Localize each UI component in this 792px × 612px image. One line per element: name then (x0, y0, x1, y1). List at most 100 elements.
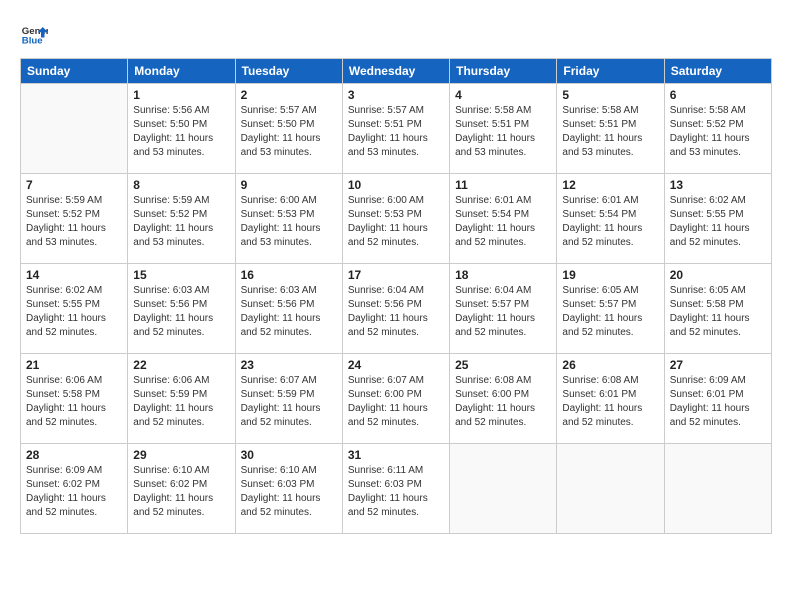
day-info: Sunrise: 5:58 AM Sunset: 5:52 PM Dayligh… (670, 104, 766, 160)
day-number: 28 (26, 448, 122, 462)
day-number: 9 (241, 178, 337, 192)
day-number: 22 (133, 358, 229, 372)
day-number: 5 (562, 88, 658, 102)
day-info: Sunrise: 5:59 AM Sunset: 5:52 PM Dayligh… (133, 194, 229, 250)
column-header-thursday: Thursday (450, 59, 557, 84)
day-number: 31 (348, 448, 444, 462)
calendar-cell: 2 Sunrise: 5:57 AM Sunset: 5:50 PM Daylig… (235, 84, 342, 174)
day-number: 2 (241, 88, 337, 102)
calendar-cell: 10 Sunrise: 6:00 AM Sunset: 5:53 PM Dayli… (342, 174, 449, 264)
logo-icon: General Blue (20, 20, 48, 48)
day-info: Sunrise: 6:06 AM Sunset: 5:58 PM Dayligh… (26, 374, 122, 430)
day-info: Sunrise: 6:05 AM Sunset: 5:58 PM Dayligh… (670, 284, 766, 340)
day-number: 8 (133, 178, 229, 192)
day-number: 30 (241, 448, 337, 462)
svg-text:Blue: Blue (22, 36, 43, 47)
day-info: Sunrise: 6:03 AM Sunset: 5:56 PM Dayligh… (133, 284, 229, 340)
calendar-cell: 31Sunrise: 6:11 AM Sunset: 6:03 PM Dayli… (342, 444, 449, 534)
day-number: 20 (670, 268, 766, 282)
day-info: Sunrise: 6:03 AM Sunset: 5:56 PM Dayligh… (241, 284, 337, 340)
calendar-cell (450, 444, 557, 534)
day-info: Sunrise: 6:02 AM Sunset: 5:55 PM Dayligh… (26, 284, 122, 340)
day-info: Sunrise: 6:08 AM Sunset: 6:01 PM Dayligh… (562, 374, 658, 430)
calendar-week-5: 28Sunrise: 6:09 AM Sunset: 6:02 PM Dayli… (21, 444, 772, 534)
day-info: Sunrise: 6:02 AM Sunset: 5:55 PM Dayligh… (670, 194, 766, 250)
column-header-friday: Friday (557, 59, 664, 84)
day-number: 1 (133, 88, 229, 102)
calendar-cell: 30 Sunrise: 6:10 AM Sunset: 6:03 PM Dayli… (235, 444, 342, 534)
calendar-cell: 6 Sunrise: 5:58 AM Sunset: 5:52 PM Daylig… (664, 84, 771, 174)
day-info: Sunrise: 6:05 AM Sunset: 5:57 PM Dayligh… (562, 284, 658, 340)
calendar-cell: 26Sunrise: 6:08 AM Sunset: 6:01 PM Dayli… (557, 354, 664, 444)
calendar-cell: 13 Sunrise: 6:02 AM Sunset: 5:55 PM Dayli… (664, 174, 771, 264)
day-info: Sunrise: 5:58 AM Sunset: 5:51 PM Dayligh… (455, 104, 551, 160)
day-info: Sunrise: 5:59 AM Sunset: 5:52 PM Dayligh… (26, 194, 122, 250)
calendar-cell (557, 444, 664, 534)
day-info: Sunrise: 6:00 AM Sunset: 5:53 PM Dayligh… (348, 194, 444, 250)
logo: General Blue (20, 20, 48, 48)
day-info: Sunrise: 5:57 AM Sunset: 5:51 PM Dayligh… (348, 104, 444, 160)
calendar-cell: 22 Sunrise: 6:06 AM Sunset: 5:59 PM Dayli… (128, 354, 235, 444)
calendar-week-4: 21 Sunrise: 6:06 AM Sunset: 5:58 PM Dayli… (21, 354, 772, 444)
calendar-cell: 9 Sunrise: 6:00 AM Sunset: 5:53 PM Daylig… (235, 174, 342, 264)
day-number: 6 (670, 88, 766, 102)
calendar-cell: 15 Sunrise: 6:03 AM Sunset: 5:56 PM Dayli… (128, 264, 235, 354)
day-info: Sunrise: 5:58 AM Sunset: 5:51 PM Dayligh… (562, 104, 658, 160)
day-number: 3 (348, 88, 444, 102)
day-info: Sunrise: 6:10 AM Sunset: 6:02 PM Dayligh… (133, 464, 229, 520)
day-number: 13 (670, 178, 766, 192)
calendar-cell (664, 444, 771, 534)
calendar-cell: 11 Sunrise: 6:01 AM Sunset: 5:54 PM Dayli… (450, 174, 557, 264)
day-info: Sunrise: 5:56 AM Sunset: 5:50 PM Dayligh… (133, 104, 229, 160)
calendar-cell: 8 Sunrise: 5:59 AM Sunset: 5:52 PM Daylig… (128, 174, 235, 264)
day-info: Sunrise: 6:09 AM Sunset: 6:01 PM Dayligh… (670, 374, 766, 430)
day-number: 25 (455, 358, 551, 372)
calendar-cell: 23 Sunrise: 6:07 AM Sunset: 5:59 PM Dayli… (235, 354, 342, 444)
day-number: 16 (241, 268, 337, 282)
calendar-header-row: SundayMondayTuesdayWednesdayThursdayFrid… (21, 59, 772, 84)
calendar-cell: 7Sunrise: 5:59 AM Sunset: 5:52 PM Daylig… (21, 174, 128, 264)
day-number: 12 (562, 178, 658, 192)
column-header-sunday: Sunday (21, 59, 128, 84)
day-info: Sunrise: 5:57 AM Sunset: 5:50 PM Dayligh… (241, 104, 337, 160)
calendar-cell: 20 Sunrise: 6:05 AM Sunset: 5:58 PM Dayli… (664, 264, 771, 354)
day-info: Sunrise: 6:08 AM Sunset: 6:00 PM Dayligh… (455, 374, 551, 430)
day-info: Sunrise: 6:07 AM Sunset: 5:59 PM Dayligh… (241, 374, 337, 430)
day-info: Sunrise: 6:01 AM Sunset: 5:54 PM Dayligh… (455, 194, 551, 250)
day-info: Sunrise: 6:10 AM Sunset: 6:03 PM Dayligh… (241, 464, 337, 520)
day-info: Sunrise: 6:07 AM Sunset: 6:00 PM Dayligh… (348, 374, 444, 430)
calendar-cell: 25 Sunrise: 6:08 AM Sunset: 6:00 PM Dayli… (450, 354, 557, 444)
calendar-week-3: 14 Sunrise: 6:02 AM Sunset: 5:55 PM Dayli… (21, 264, 772, 354)
calendar-cell: 3 Sunrise: 5:57 AM Sunset: 5:51 PM Daylig… (342, 84, 449, 174)
day-info: Sunrise: 6:06 AM Sunset: 5:59 PM Dayligh… (133, 374, 229, 430)
calendar-table: SundayMondayTuesdayWednesdayThursdayFrid… (20, 58, 772, 534)
day-number: 27 (670, 358, 766, 372)
day-number: 24 (348, 358, 444, 372)
column-header-saturday: Saturday (664, 59, 771, 84)
day-number: 14 (26, 268, 122, 282)
day-number: 11 (455, 178, 551, 192)
day-info: Sunrise: 6:04 AM Sunset: 5:56 PM Dayligh… (348, 284, 444, 340)
day-number: 10 (348, 178, 444, 192)
calendar-cell (21, 84, 128, 174)
day-number: 19 (562, 268, 658, 282)
day-number: 21 (26, 358, 122, 372)
calendar-cell: 14 Sunrise: 6:02 AM Sunset: 5:55 PM Dayli… (21, 264, 128, 354)
calendar-cell: 4Sunrise: 5:58 AM Sunset: 5:51 PM Daylig… (450, 84, 557, 174)
calendar-cell: 19 Sunrise: 6:05 AM Sunset: 5:57 PM Dayli… (557, 264, 664, 354)
calendar-cell: 1 Sunrise: 5:56 AM Sunset: 5:50 PM Daylig… (128, 84, 235, 174)
day-number: 18 (455, 268, 551, 282)
calendar-week-1: 1 Sunrise: 5:56 AM Sunset: 5:50 PM Daylig… (21, 84, 772, 174)
calendar-cell: 21 Sunrise: 6:06 AM Sunset: 5:58 PM Dayli… (21, 354, 128, 444)
calendar-week-2: 7Sunrise: 5:59 AM Sunset: 5:52 PM Daylig… (21, 174, 772, 264)
calendar-cell: 28Sunrise: 6:09 AM Sunset: 6:02 PM Dayli… (21, 444, 128, 534)
day-number: 15 (133, 268, 229, 282)
calendar-cell: 24 Sunrise: 6:07 AM Sunset: 6:00 PM Dayli… (342, 354, 449, 444)
day-number: 23 (241, 358, 337, 372)
calendar-cell: 16 Sunrise: 6:03 AM Sunset: 5:56 PM Dayli… (235, 264, 342, 354)
calendar-cell: 29Sunrise: 6:10 AM Sunset: 6:02 PM Dayli… (128, 444, 235, 534)
day-info: Sunrise: 6:01 AM Sunset: 5:54 PM Dayligh… (562, 194, 658, 250)
calendar-cell: 17Sunrise: 6:04 AM Sunset: 5:56 PM Dayli… (342, 264, 449, 354)
day-info: Sunrise: 6:04 AM Sunset: 5:57 PM Dayligh… (455, 284, 551, 340)
day-info: Sunrise: 6:00 AM Sunset: 5:53 PM Dayligh… (241, 194, 337, 250)
